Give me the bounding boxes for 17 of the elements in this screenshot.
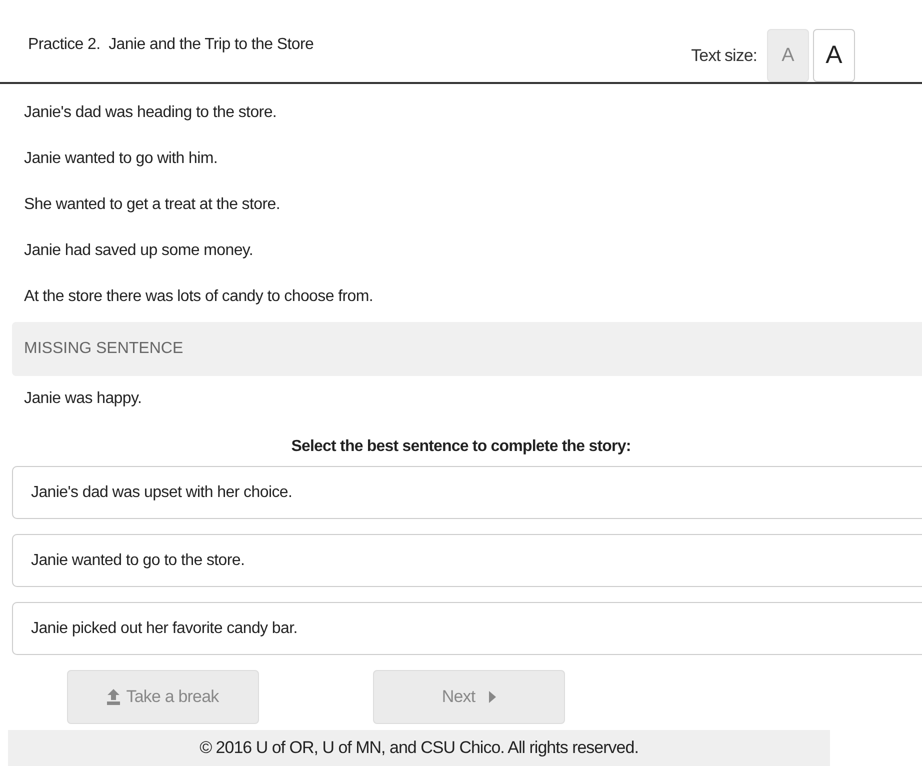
answer-option[interactable]: Janie picked out her favorite candy bar.: [12, 602, 922, 655]
page-title: Practice 2. Janie and the Trip to the Store: [28, 36, 314, 54]
story-sentence: She wanted to get a treat at the store.: [23, 195, 282, 215]
text-size-label: Text size:: [691, 46, 757, 66]
story-sentence: At the store there was lots of candy to choose from.: [23, 287, 374, 307]
answer-option[interactable]: Janie wanted to go to the store.: [12, 534, 922, 587]
question-prompt: Select the best sentence to complete the story:: [290, 438, 632, 456]
story-sentence: Janie was happy.: [23, 389, 143, 409]
copyright-footer: © 2016 U of OR, U of MN, and CSU Chico. All rights reserved.: [8, 730, 830, 766]
story-sentence: Janie had saved up some money.: [23, 241, 254, 261]
upload-icon: [107, 689, 120, 705]
answer-option[interactable]: Janie's dad was upset with her choice.: [12, 466, 922, 519]
blank-sentence-field: MISSING SENTENCE: [12, 322, 922, 376]
story-sentence: Janie wanted to go with him.: [23, 149, 218, 169]
caret-right-icon: [489, 691, 496, 703]
text-size-button[interactable]: A: [813, 29, 855, 82]
story-sentence: Janie's dad was heading to the store.: [23, 103, 278, 123]
